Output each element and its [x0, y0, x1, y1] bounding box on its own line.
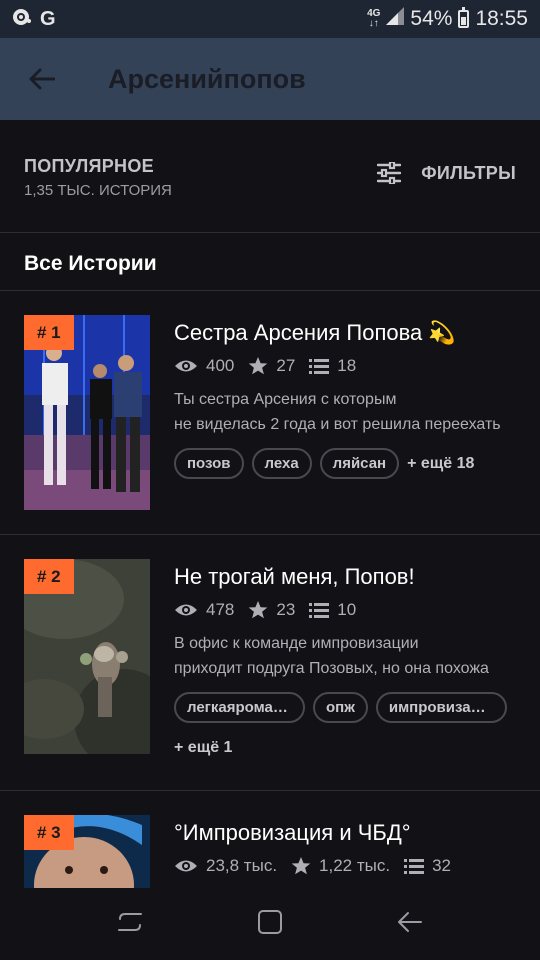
home-square-icon: [258, 909, 282, 934]
rank-badge: # 3: [24, 815, 74, 850]
arrow-left-icon: [29, 68, 55, 90]
tag-chip[interactable]: импровизация: [375, 692, 507, 723]
story-stats: 478 23 10: [174, 600, 370, 620]
list-icon: [309, 359, 330, 374]
app-bar: Арсенийпопов: [0, 38, 540, 120]
recent-apps-icon: [118, 912, 142, 931]
signal-icon: [386, 7, 405, 31]
story-title[interactable]: °Импровизация и ЧБД°: [174, 820, 411, 846]
system-nav-bar: [0, 888, 540, 960]
eye-icon: [175, 360, 197, 372]
rank-badge: # 2: [24, 559, 74, 594]
tag-chip[interactable]: леха: [251, 448, 312, 479]
star-icon: [249, 601, 268, 619]
section-title: Все Истории: [24, 252, 157, 275]
star-icon: [291, 857, 311, 875]
votes-count: 27: [276, 356, 296, 375]
more-tags[interactable]: + ещё 1: [174, 732, 232, 763]
reads-count: 23,8 тыс.: [206, 856, 278, 875]
back-arrow-icon: [398, 911, 422, 932]
section-header: Все Истории: [0, 233, 540, 291]
more-tags[interactable]: + ещё 18: [407, 448, 474, 479]
story-tags: легкаяромантика опж импровизация + ещё 1: [174, 692, 518, 763]
filter-sliders-icon: [377, 162, 402, 184]
tag-chip[interactable]: позов: [174, 448, 244, 479]
parts-count: 10: [337, 600, 357, 619]
votes-count: 1,22 тыс.: [319, 856, 391, 875]
tag-chip[interactable]: опж: [313, 692, 368, 723]
story-title[interactable]: Сестра Арсения Попова 💫: [174, 320, 456, 346]
story-item[interactable]: # 3 °Импровизация и ЧБД° 23,8 тыс. 1,22 …: [0, 791, 540, 888]
page-title: Арсенийпопов: [108, 63, 306, 94]
story-stats: 23,8 тыс. 1,22 тыс. 32: [174, 856, 465, 876]
recent-apps-button[interactable]: [117, 910, 143, 939]
parts-count: 32: [432, 856, 452, 875]
reads-count: 478: [206, 600, 235, 619]
story-description: В офис к команде импровизации приходит п…: [174, 635, 489, 677]
votes-count: 23: [276, 600, 296, 619]
network-type-icon: 4G ↓↑: [367, 8, 381, 29]
clock: 18:55: [475, 7, 528, 30]
battery-percent: 54%: [410, 7, 453, 30]
reads-count: 400: [206, 356, 235, 375]
notification-icon: [12, 7, 32, 32]
filters-label: ФИЛЬТРЫ: [421, 162, 516, 183]
tag-chip[interactable]: легкаяромантика: [174, 692, 305, 723]
system-back-button[interactable]: [397, 911, 423, 938]
status-bar: G 4G ↓↑ 54% 18:55: [0, 0, 540, 38]
story-item[interactable]: # 1 Сестра Арсения Попова 💫 400 27 18 Ты…: [0, 291, 540, 535]
star-icon: [249, 357, 268, 375]
eye-icon: [175, 860, 197, 872]
battery-icon: [458, 7, 470, 28]
google-app-icon: G: [40, 7, 56, 30]
eye-icon: [175, 604, 197, 616]
tag-chip[interactable]: ляйсан: [319, 448, 400, 479]
story-title[interactable]: Не трогай меня, Попов!: [174, 564, 415, 590]
story-tags: позов леха ляйсан + ещё 18: [174, 448, 518, 479]
back-button[interactable]: [0, 38, 84, 120]
list-icon: [404, 859, 425, 874]
sort-header: ПОПУЛЯРНОЕ 1,35 ТЫС. ИСТОРИЯ ФИЛЬТРЫ: [0, 120, 540, 233]
story-description: Ты сестра Арсения с которым не виделась …: [174, 391, 501, 433]
story-item[interactable]: # 2 Не трогай меня, Попов! 478 23 10 В о…: [0, 535, 540, 791]
story-stats: 400 27 18: [174, 356, 370, 376]
list-icon: [309, 603, 330, 618]
parts-count: 18: [337, 356, 357, 375]
sort-label[interactable]: ПОПУЛЯРНОЕ: [24, 156, 154, 177]
filters-button[interactable]: ФИЛЬТРЫ: [377, 162, 516, 184]
rank-badge: # 1: [24, 315, 74, 350]
stories-count: 1,35 ТЫС. ИСТОРИЯ: [24, 182, 172, 199]
home-button[interactable]: [257, 909, 283, 940]
